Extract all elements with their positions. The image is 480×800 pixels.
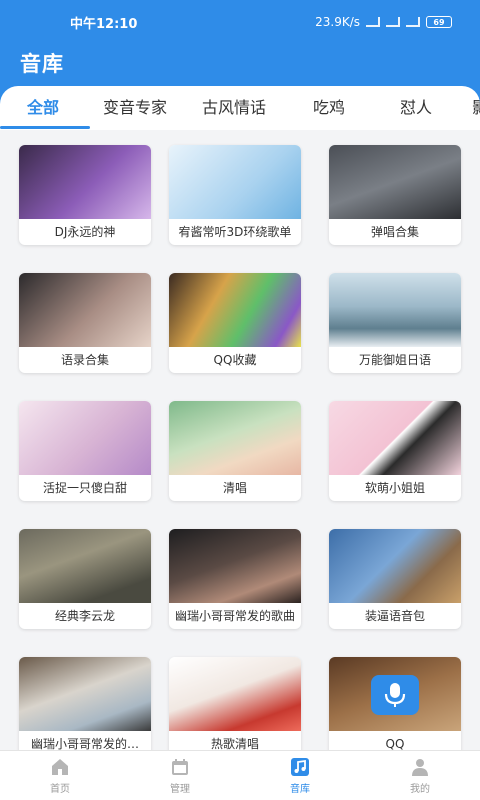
- album-card[interactable]: QQ收藏: [169, 273, 301, 373]
- album-card[interactable]: DJ永远的神: [19, 145, 151, 245]
- photo-soldier-icon: [19, 529, 151, 603]
- album-card[interactable]: 幽瑞小哥哥常发的歌曲: [169, 529, 301, 629]
- battery-level: 69: [433, 17, 445, 27]
- tab-pubg[interactable]: 吃鸡: [313, 86, 345, 130]
- music-library-icon: [289, 756, 311, 778]
- album-card[interactable]: 活捉一只傻白甜: [19, 401, 151, 501]
- album-title: DJ永远的神: [54, 225, 116, 239]
- photo-girl-black-icon: [19, 273, 151, 347]
- category-tabs: 全部 变音专家 古风情话 吃鸡 怼人 影: [0, 86, 480, 130]
- album-title: QQ: [385, 737, 405, 750]
- album-title: 宥酱常听3D环绕歌单: [178, 225, 292, 239]
- nav-mine[interactable]: 我的: [360, 751, 480, 800]
- album-title: 幽瑞小哥哥常发的歌曲: [174, 609, 295, 623]
- nav-home[interactable]: 首页: [0, 751, 120, 800]
- drawing-girl-hat-icon: [329, 401, 461, 475]
- album-card[interactable]: 幽瑞小哥哥常发的…: [19, 657, 151, 750]
- photo-colorful-abstract-icon: [169, 273, 301, 347]
- photo-girl-closeup-icon: [169, 529, 301, 603]
- tab-film[interactable]: 影: [472, 86, 480, 130]
- album-card[interactable]: 软萌小姐姐: [329, 401, 461, 501]
- album-card[interactable]: 万能御姐日语: [329, 273, 461, 373]
- album-title: 软萌小姐姐: [364, 481, 425, 495]
- cartoon-cat-icon: [329, 529, 461, 603]
- active-tab-indicator: [0, 126, 90, 129]
- album-title: 经典李云龙: [54, 609, 115, 623]
- bottom-navigation: 首页 管理 音库 我的: [0, 750, 480, 800]
- album-title: 装逼语音包: [364, 609, 425, 623]
- album-title: 万能御姐日语: [358, 353, 431, 367]
- album-title: 清唱: [222, 481, 247, 495]
- album-card[interactable]: 经典李云龙: [19, 529, 151, 629]
- album-card[interactable]: 弹唱合集: [329, 145, 461, 245]
- photo-car-icon: [19, 657, 151, 731]
- tab-all[interactable]: 全部: [27, 86, 59, 130]
- nav-manage-label: 管理: [170, 784, 190, 795]
- calendar-icon: [169, 756, 191, 778]
- nav-mine-label: 我的: [410, 784, 430, 795]
- page-title: 音库: [20, 52, 64, 76]
- album-title: QQ收藏: [213, 353, 257, 367]
- album-card[interactable]: 宥酱常听3D环绕歌单: [169, 145, 301, 245]
- album-grid: DJ永远的神 宥酱常听3D环绕歌单 弹唱合集 语录合集 QQ收藏 万能御姐日语 …: [0, 130, 480, 750]
- battery-icon: 69: [426, 16, 452, 28]
- album-card[interactable]: 语录合集: [19, 273, 151, 373]
- nav-library-label: 音库: [290, 784, 310, 795]
- album-card[interactable]: 清唱: [169, 401, 301, 501]
- anime-girl-cat-icon: [169, 145, 301, 219]
- wifi-icon: [406, 17, 420, 27]
- nav-library[interactable]: 音库: [240, 751, 360, 800]
- nav-manage[interactable]: 管理: [120, 751, 240, 800]
- status-time: 中午12:10: [70, 16, 138, 32]
- tab-voice-changer[interactable]: 变音专家: [103, 86, 167, 130]
- album-title: 弹唱合集: [370, 225, 419, 239]
- album-title: 幽瑞小哥哥常发的…: [30, 737, 139, 750]
- album-title: 语录合集: [60, 353, 109, 367]
- person-icon: [409, 756, 431, 778]
- anime-girl-green-icon: [169, 401, 301, 475]
- status-bar: 中午12:10 23.9K/s 69: [0, 0, 480, 44]
- album-card[interactable]: QQ: [329, 657, 461, 750]
- album-title: 活捉一只傻白甜: [42, 481, 127, 495]
- tab-ancient-love[interactable]: 古风情话: [202, 86, 266, 130]
- album-card[interactable]: 热歌清唱: [169, 657, 301, 750]
- bluetooth-icon: [366, 17, 380, 27]
- photo-girl-headphones-icon: [169, 657, 301, 731]
- album-title: 热歌清唱: [210, 737, 259, 750]
- signal-icon: [386, 17, 400, 27]
- nav-home-label: 首页: [50, 784, 70, 795]
- album-card[interactable]: 装逼语音包: [329, 529, 461, 629]
- photo-girl-purple-icon: [19, 145, 151, 219]
- photo-qq-background: [329, 657, 461, 731]
- photo-girl-sea-icon: [329, 273, 461, 347]
- anime-girl-pink-icon: [19, 401, 151, 475]
- net-speed: 23.9K/s: [315, 15, 360, 29]
- microphone-icon: [371, 675, 419, 715]
- home-icon: [49, 756, 71, 778]
- status-indicators: 23.9K/s 69: [315, 15, 452, 29]
- tab-roast[interactable]: 怼人: [400, 86, 432, 130]
- photo-person-dark-icon: [329, 145, 461, 219]
